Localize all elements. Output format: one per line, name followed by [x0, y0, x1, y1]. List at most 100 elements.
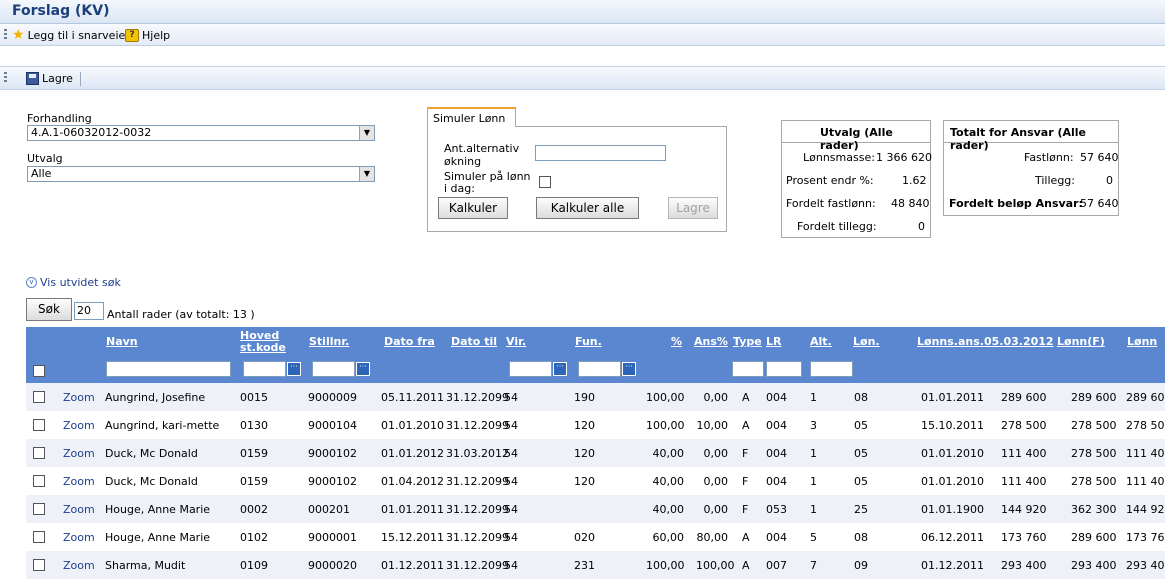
summary-value: 0 [1106, 174, 1113, 187]
extended-search-toggle[interactable]: v Vis utvidet søk [26, 276, 121, 289]
floppy-disk-icon [26, 71, 39, 85]
filter-lr-input[interactable] [766, 361, 802, 377]
chevron-down-icon[interactable]: ▼ [359, 126, 374, 140]
lookup-icon[interactable]: ··· [356, 362, 370, 376]
col-header-lonn-f[interactable]: Lønn(F) [1057, 336, 1105, 348]
filter-alt-input[interactable] [810, 361, 853, 377]
col-header-date[interactable]: 05.03.2012 [984, 336, 1054, 348]
cell-til: 31.12.2099 [446, 475, 509, 488]
cell-pct: 100,00 [646, 391, 685, 404]
lookup-icon[interactable]: ··· [553, 362, 567, 376]
lookup-icon[interactable]: ··· [287, 362, 301, 376]
simulate-today-checkbox[interactable] [539, 176, 551, 188]
add-shortcut-label: Legg til i snarveier [27, 28, 130, 42]
summary-value: 57 640 [1080, 197, 1119, 210]
zoom-link[interactable]: Zoom [63, 503, 95, 516]
calculate-all-button[interactable]: Kalkuler alle [536, 197, 639, 219]
zoom-link[interactable]: Zoom [63, 475, 95, 488]
cell-vir: 54 [504, 559, 518, 572]
filter-type-input[interactable] [732, 361, 764, 377]
calculate-button[interactable]: Kalkuler [438, 197, 508, 219]
col-header-ans[interactable]: Ans% [694, 336, 728, 348]
lookup-icon[interactable]: ··· [622, 362, 636, 376]
col-header-stillnr[interactable]: Stillnr. [309, 336, 349, 348]
cell-type: A [742, 559, 750, 572]
add-shortcut-button[interactable]: ★ Legg til i snarveier [12, 27, 130, 43]
star-icon: ★ [12, 27, 25, 43]
tab-simuler-lonn[interactable]: Simuler Lønn [427, 107, 516, 127]
cell-lr: 053 [766, 503, 787, 516]
row-checkbox[interactable] [33, 559, 45, 571]
cell-til: 31.03.2012 [446, 447, 509, 460]
cell-lf: 362 300 [1071, 503, 1117, 516]
cell-kode: 0130 [240, 419, 268, 432]
help-button[interactable]: ? Hjelp [125, 27, 170, 43]
col-header-stkode[interactable]: st.kode [240, 342, 286, 354]
zoom-link[interactable]: Zoom [63, 531, 95, 544]
row-checkbox[interactable] [33, 475, 45, 487]
filter-kode-input[interactable] [243, 361, 286, 377]
cell-navn: Duck, Mc Donald [105, 475, 198, 488]
col-header-pct[interactable]: % [671, 336, 682, 348]
col-header-vir[interactable]: Vir. [506, 336, 526, 348]
summary-value: 1.62 [902, 174, 927, 187]
col-header-dato-til[interactable]: Dato til [451, 336, 497, 348]
cell-lr: 004 [766, 475, 787, 488]
col-header-alt[interactable]: Alt. [810, 336, 832, 348]
table-row: Zoom Houge, Anne Marie 0002 000201 01.01.201… [26, 495, 1165, 523]
col-header-navn[interactable]: Navn [106, 336, 138, 348]
cell-vir: 54 [504, 475, 518, 488]
row-checkbox[interactable] [33, 419, 45, 431]
col-header-lon[interactable]: Løn. [853, 336, 880, 348]
cell-alt: 1 [810, 475, 817, 488]
cell-type: A [742, 391, 750, 404]
utvalg-label: Utvalg [27, 152, 63, 165]
col-header-dato-fra[interactable]: Dato fra [384, 336, 435, 348]
cell-stillnr: 9000001 [308, 531, 357, 544]
filter-navn-input[interactable] [106, 361, 231, 377]
zoom-link[interactable]: Zoom [63, 559, 95, 572]
summary-label: Fastlønn: [1024, 151, 1074, 164]
col-header-fun[interactable]: Fun. [575, 336, 602, 348]
col-header-type[interactable]: Type [733, 336, 762, 348]
zoom-link[interactable]: Zoom [63, 391, 95, 404]
utvalg-select[interactable]: Alle ▼ [27, 166, 375, 182]
cell-lr: 004 [766, 419, 787, 432]
col-header-lonn[interactable]: Lønn [1127, 336, 1157, 348]
row-checkbox[interactable] [33, 391, 45, 403]
summary-label: Tillegg: [1035, 174, 1075, 187]
chevron-down-icon[interactable]: ▼ [359, 167, 374, 181]
summary-label: Fordelt tillegg: [797, 220, 877, 233]
row-checkbox[interactable] [33, 447, 45, 459]
cell-fun: 231 [574, 559, 595, 572]
search-button[interactable]: Søk [26, 298, 72, 321]
filter-vir-input[interactable] [509, 361, 552, 377]
rows-input[interactable]: 20 [74, 302, 104, 320]
cell-l: 293 400 [1126, 559, 1165, 572]
table-row: Zoom Aungrind, kari-mette 0130 9000104 01.01… [26, 411, 1165, 439]
cell-d: 111 400 [1001, 447, 1047, 460]
summary-label: Prosent endr %: [786, 174, 874, 187]
zoom-link[interactable]: Zoom [63, 419, 95, 432]
cell-vir: 54 [504, 391, 518, 404]
zoom-link[interactable]: Zoom [63, 447, 95, 460]
row-checkbox[interactable] [33, 503, 45, 515]
cell-lon: 09 [854, 559, 868, 572]
cell-stillnr: 000201 [308, 503, 350, 516]
extended-search-link[interactable]: Vis utvidet søk [40, 276, 121, 289]
save-button[interactable]: Lagre [26, 70, 73, 86]
forhandling-select[interactable]: 4.A.1-06032012-0032 ▼ [27, 125, 375, 141]
select-all-checkbox[interactable] [33, 365, 45, 377]
alt-increase-input[interactable] [535, 145, 666, 161]
col-header-lons-ans[interactable]: Lønns.ans. [917, 336, 984, 348]
summary-label: Fordelt fastlønn: [786, 197, 876, 210]
cell-d: 144 920 [1001, 503, 1047, 516]
simulate-save-button[interactable]: Lagre [668, 197, 718, 219]
total-summary-title: Totalt for Ansvar (Alle rader) [944, 121, 1118, 152]
filter-stillnr-input[interactable] [312, 361, 355, 377]
row-checkbox[interactable] [33, 531, 45, 543]
col-header-lr[interactable]: LR [766, 336, 781, 348]
filter-fun-input[interactable] [578, 361, 621, 377]
cell-fra: 01.12.2011 [381, 559, 444, 572]
cell-lr: 004 [766, 531, 787, 544]
